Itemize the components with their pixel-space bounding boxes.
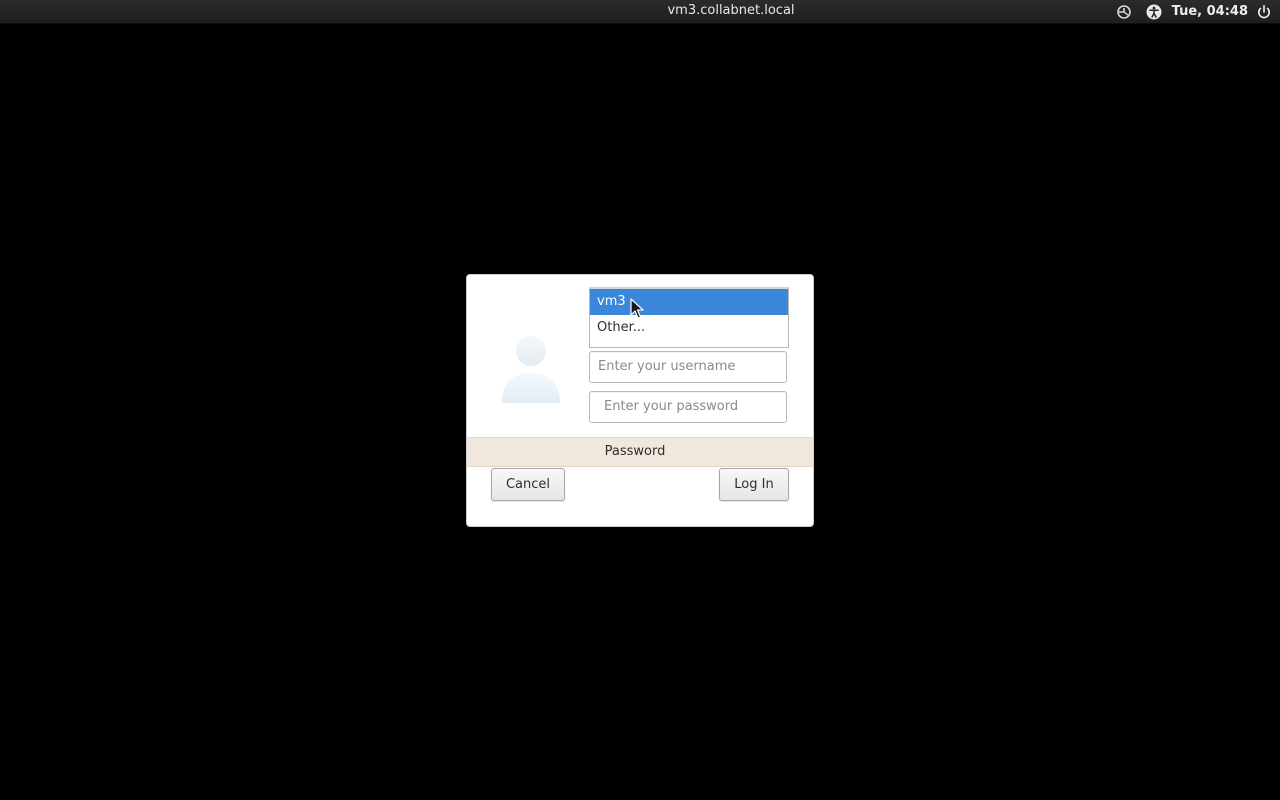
auth-method-selector[interactable]: Password: [467, 437, 813, 467]
login-button[interactable]: Log In: [719, 468, 789, 501]
hostname-label: vm3.collabnet.local: [667, 3, 795, 18]
auth-method-label: Password: [604, 444, 666, 459]
user-list-item-vm3[interactable]: vm3: [590, 289, 788, 315]
user-list[interactable]: vm3 Other...: [589, 287, 789, 348]
clock[interactable]: Tue, 04:48: [1172, 4, 1248, 19]
accessibility-icon[interactable]: [1146, 4, 1162, 20]
cancel-button[interactable]: Cancel: [491, 468, 565, 501]
user-list-item-other[interactable]: Other...: [590, 315, 788, 341]
password-field[interactable]: Enter your password: [589, 391, 787, 423]
mouse-pointer-icon: [630, 298, 644, 320]
power-icon[interactable]: [1256, 4, 1272, 20]
username-field[interactable]: Enter your username: [589, 351, 787, 383]
user-avatar-icon: [499, 333, 563, 405]
display-settings-icon[interactable]: [1116, 4, 1132, 20]
top-panel: vm3.collabnet.local Tue, 04:48: [0, 0, 1280, 24]
system-tray: Tue, 04:48: [1116, 0, 1280, 23]
